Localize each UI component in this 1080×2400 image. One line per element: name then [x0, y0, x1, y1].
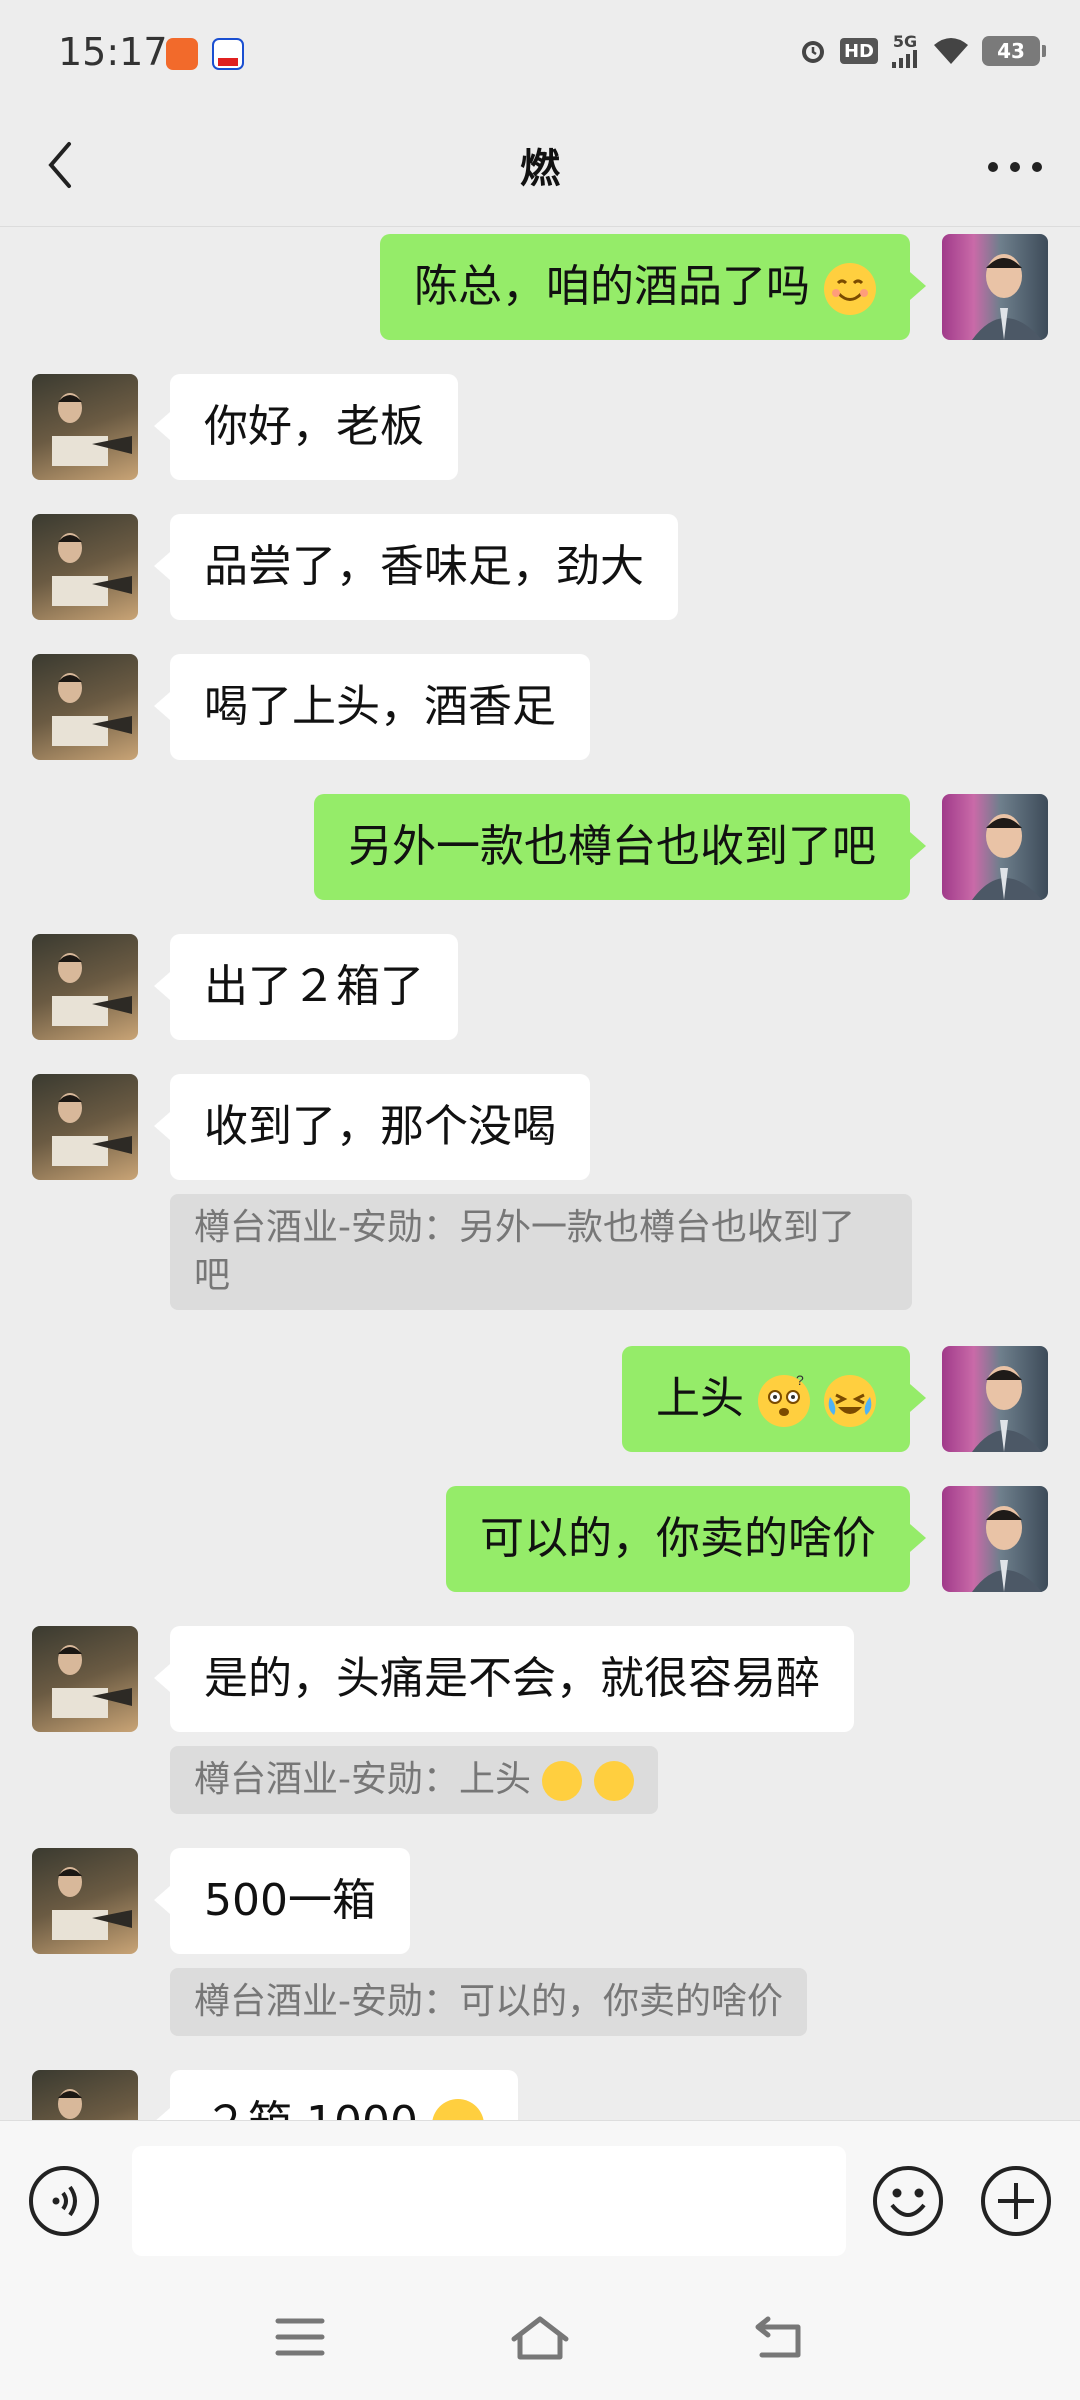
dizzy-face-emoji-icon	[542, 1761, 583, 1801]
message-text: 上头	[656, 1373, 744, 1424]
message-text: 喝了上头，酒香足	[204, 681, 556, 732]
wifi-icon	[932, 36, 970, 66]
quoted-text: 樽台酒业-安勋：另外一款也樽台也收到了吧	[194, 1207, 855, 1296]
message-bubble[interactable]: ２箱 1000	[154, 2070, 518, 2120]
my-avatar[interactable]	[942, 1346, 1048, 1452]
message-bubble[interactable]: 上头 ?	[622, 1346, 926, 1452]
voice-input-button[interactable]	[28, 2165, 100, 2237]
smiling-face-emoji-icon	[824, 263, 876, 315]
message-input[interactable]	[132, 2146, 846, 2256]
emoji-button[interactable]	[872, 2165, 944, 2237]
menu-nav-button[interactable]	[260, 2304, 340, 2374]
quoted-reply[interactable]: 樽台酒业-安勋：另外一款也樽台也收到了吧	[170, 1194, 912, 1310]
message-bubble[interactable]: 你好，老板	[154, 374, 458, 480]
message-bubble[interactable]: 陈总，咱的酒品了吗	[380, 234, 926, 340]
svg-text:?: ?	[796, 1375, 804, 1388]
more-dots-icon	[987, 158, 1043, 177]
contact-avatar[interactable]	[32, 514, 138, 620]
home-nav-button[interactable]	[500, 2304, 580, 2374]
quoted-text: 樽台酒业-安勋：可以的，你卖的啥价	[194, 1981, 783, 2022]
message-bubble[interactable]: 品尝了，香味足，劲大	[154, 514, 678, 620]
message-bubble[interactable]: 喝了上头，酒香足	[154, 654, 590, 760]
laughing-crying-face-emoji-icon	[593, 1761, 634, 1801]
alarm-icon	[798, 36, 828, 66]
system-navigation-bar	[0, 2280, 1080, 2400]
quoted-reply[interactable]: 樽台酒业-安勋：上头	[170, 1746, 658, 1814]
contact-avatar[interactable]	[32, 1848, 138, 1954]
message-text: ２箱 1000	[204, 2097, 418, 2120]
message-text: 你好，老板	[204, 401, 424, 452]
message-bubble[interactable]: 收到了，那个没喝	[154, 1074, 590, 1180]
my-avatar[interactable]	[942, 1486, 1048, 1592]
more-functions-button[interactable]	[980, 2165, 1052, 2237]
chat-header: 燃	[0, 110, 1080, 227]
message-text: 是的，头痛是不会，就很容易醉	[204, 1653, 820, 1704]
my-avatar[interactable]	[942, 234, 1048, 340]
network-label: 5G	[892, 32, 918, 51]
contact-avatar[interactable]	[32, 374, 138, 480]
contact-avatar[interactable]	[32, 654, 138, 760]
smiling-face-emoji-icon	[431, 2099, 484, 2120]
message-list[interactable]: 陈总，咱的酒品了吗 你好，老板 品尝了，香味足，劲大 喝了上头，酒香足 另外一款…	[0, 226, 1080, 2120]
app-notification-icon	[166, 38, 198, 70]
laughing-crying-face-emoji-icon	[824, 1375, 876, 1427]
dizzy-face-emoji-icon: ?	[758, 1375, 810, 1427]
message-text: 出了２箱了	[204, 961, 424, 1012]
hd-icon: HD	[839, 38, 878, 64]
message-text: 另外一款也樽台也收到了吧	[348, 821, 876, 872]
app-notification-icon	[212, 38, 244, 70]
message-text: 可以的，你卖的啥价	[480, 1513, 876, 1564]
input-bar	[0, 2120, 1080, 2281]
battery-icon: 43	[982, 36, 1046, 66]
status-time: 15:17	[58, 30, 168, 74]
contact-avatar[interactable]	[32, 1074, 138, 1180]
message-text: 500一箱	[204, 1875, 376, 1926]
message-bubble[interactable]: 出了２箱了	[154, 934, 458, 1040]
my-avatar[interactable]	[942, 794, 1048, 900]
quoted-text: 樽台酒业-安勋：上头	[194, 1759, 531, 1800]
message-bubble[interactable]: 另外一款也樽台也收到了吧	[314, 794, 926, 900]
message-bubble[interactable]: 可以的，你卖的啥价	[446, 1486, 926, 1592]
quoted-reply[interactable]: 樽台酒业-安勋：可以的，你卖的啥价	[170, 1968, 807, 2036]
emoji-icon	[872, 2166, 944, 2241]
menu-icon	[274, 2316, 326, 2362]
chat-title: 燃	[520, 146, 560, 192]
message-text: 品尝了，香味足，劲大	[204, 541, 644, 592]
status-bar: 15:17 HD 5G 43	[0, 0, 1080, 110]
message-bubble[interactable]: 500一箱	[154, 1848, 410, 1954]
back-arrow-icon	[752, 2313, 808, 2365]
home-icon	[510, 2313, 570, 2365]
back-nav-button[interactable]	[740, 2304, 820, 2374]
contact-avatar[interactable]	[32, 934, 138, 1040]
contact-avatar[interactable]	[32, 2070, 138, 2120]
plus-icon	[980, 2166, 1052, 2241]
contact-avatar[interactable]	[32, 1626, 138, 1732]
voice-icon	[28, 2166, 100, 2241]
message-text: 收到了，那个没喝	[204, 1101, 556, 1152]
more-options-button[interactable]	[980, 132, 1050, 202]
message-text: 陈总，咱的酒品了吗	[414, 261, 810, 312]
signal-5g-icon: 5G	[890, 34, 920, 68]
message-bubble[interactable]: 是的，头痛是不会，就很容易醉	[154, 1626, 854, 1732]
status-icons: HD 5G 43	[798, 34, 1046, 68]
